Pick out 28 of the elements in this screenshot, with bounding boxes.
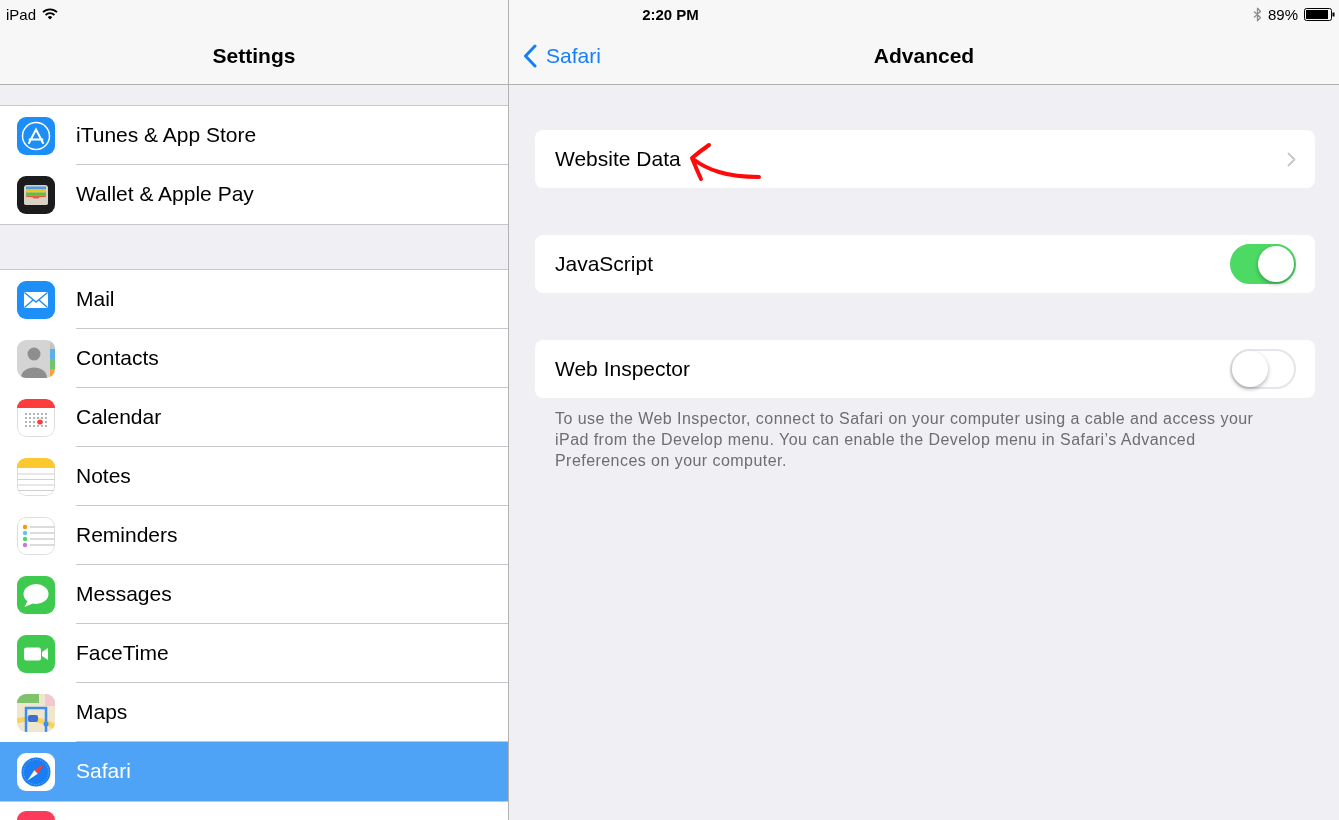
map-icon	[17, 693, 55, 732]
battery-icon	[1304, 7, 1335, 21]
speech-bubble-icon	[17, 575, 55, 614]
video-camera-icon	[17, 634, 55, 673]
person-icon	[17, 339, 55, 378]
chevron-left-icon	[523, 44, 537, 68]
letter-a-icon	[17, 116, 55, 155]
list-icon	[17, 516, 55, 555]
page-title: Advanced	[873, 44, 975, 68]
app-icon	[17, 811, 55, 820]
battery-percent: 89%	[1267, 5, 1298, 23]
bluetooth-icon	[1252, 6, 1262, 22]
sidebar-title: Settings	[212, 44, 296, 68]
device-name: iPad	[6, 5, 37, 23]
wallet-icon	[17, 175, 55, 214]
wifi-icon	[42, 8, 59, 20]
envelope-icon	[17, 280, 55, 319]
back-button[interactable]: Safari	[523, 44, 601, 68]
footnote-text: To use the Web Inspector, connect to Safari on your computer using a cable and access your iPad from the Develop menu. You can enable the Develop menu in Safari’s Advanced Preferences on your computer.	[554, 409, 1255, 471]
clock-time: 2:20 PM	[642, 5, 699, 23]
compass-icon	[17, 752, 55, 791]
settings-row[interactable]: Website Data	[535, 130, 1315, 188]
setting-label: JavaScript	[555, 252, 654, 276]
calendar-icon	[17, 398, 55, 437]
notepad-icon	[17, 457, 55, 496]
toggle-switch[interactable]	[1230, 244, 1296, 284]
chevron-right-icon	[1287, 151, 1296, 167]
setting-label: Web Inspector	[555, 357, 690, 381]
